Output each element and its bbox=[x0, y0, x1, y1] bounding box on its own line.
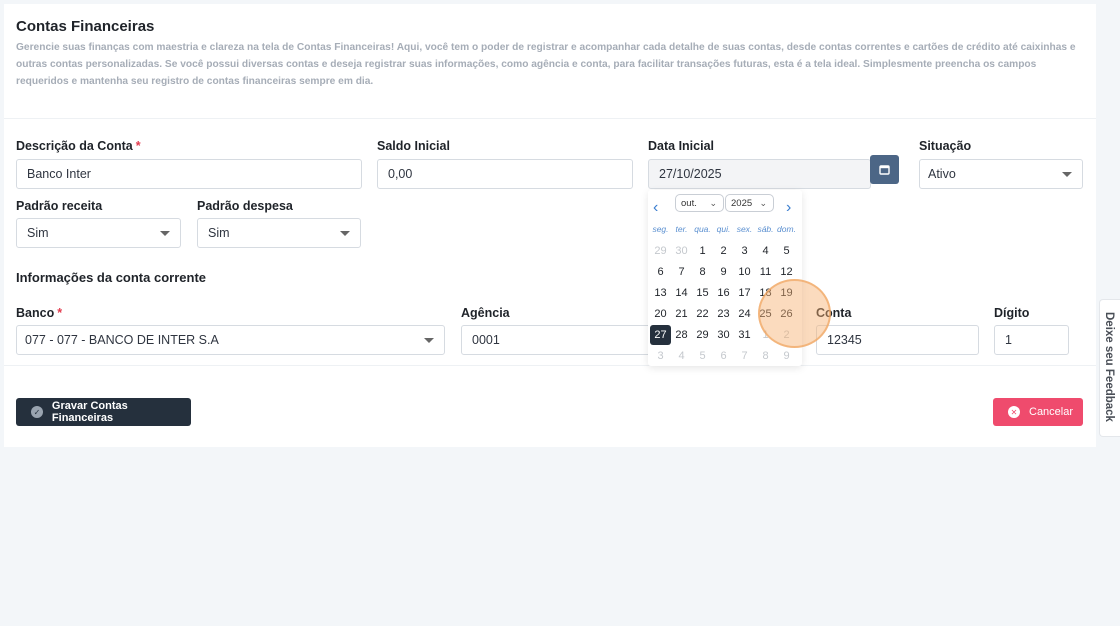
chevron-down-icon bbox=[1062, 172, 1072, 177]
calendar-day[interactable]: 9 bbox=[776, 350, 797, 362]
chevron-down-icon bbox=[424, 338, 434, 343]
weekday-label: ter. bbox=[675, 223, 688, 234]
calendar-day[interactable]: 1 bbox=[692, 245, 713, 257]
page-title: Contas Financeiras bbox=[16, 18, 155, 35]
calendar-day-selected[interactable]: 27 bbox=[650, 324, 671, 345]
weekday-header: seg. ter. qua. qui. sex. sáb. dom. bbox=[650, 219, 797, 240]
padrao-receita-select[interactable]: Sim bbox=[16, 218, 181, 248]
situacao-select[interactable]: Ativo bbox=[919, 159, 1083, 189]
data-input[interactable]: 27/10/2025 bbox=[648, 159, 871, 189]
saldo-label: Saldo Inicial bbox=[377, 139, 450, 153]
calendar-day[interactable]: 30 bbox=[671, 245, 692, 257]
calendar-day[interactable]: 5 bbox=[776, 245, 797, 257]
calendar-day[interactable]: 15 bbox=[692, 287, 713, 299]
calendar-week: 3456789 bbox=[650, 345, 797, 366]
padrao-receita-label: Padrão receita bbox=[16, 199, 103, 213]
weekday-label: qui. bbox=[716, 223, 731, 234]
calendar-day[interactable]: 8 bbox=[692, 266, 713, 278]
calendar-day[interactable]: 4 bbox=[755, 245, 776, 257]
calendar-day[interactable]: 22 bbox=[692, 308, 713, 320]
calendar-day[interactable]: 6 bbox=[650, 266, 671, 278]
calendar-day[interactable]: 3 bbox=[734, 245, 755, 257]
calendar-day[interactable]: 5 bbox=[692, 350, 713, 362]
banco-select[interactable]: 077 - 077 - BANCO DE INTER S.A bbox=[16, 325, 445, 355]
feedback-tab[interactable]: Deixe seu Feedback bbox=[1099, 299, 1120, 437]
saldo-input[interactable]: 0,00 bbox=[377, 159, 633, 189]
calendar-day[interactable]: 23 bbox=[713, 308, 734, 320]
feedback-label: Deixe seu Feedback bbox=[1103, 312, 1115, 422]
weekday-label: seg. bbox=[652, 223, 669, 234]
weekday-label: sex. bbox=[736, 223, 753, 234]
chevron-down-icon bbox=[340, 231, 350, 236]
calendar-day[interactable]: 21 bbox=[671, 308, 692, 320]
calendar-day[interactable]: 20 bbox=[650, 308, 671, 320]
section-title: Informações da conta corrente bbox=[16, 270, 206, 285]
calendar-day[interactable]: 10 bbox=[734, 266, 755, 278]
calendar-day[interactable]: 3 bbox=[650, 350, 671, 362]
next-month-icon[interactable]: › bbox=[786, 200, 791, 216]
form-divider bbox=[4, 365, 1096, 366]
header-divider bbox=[4, 118, 1096, 119]
conta-input[interactable]: 12345 bbox=[816, 325, 979, 355]
calendar-day[interactable]: 4 bbox=[671, 350, 692, 362]
required-marker: * bbox=[135, 139, 141, 153]
chevron-down-icon: ⌄ bbox=[759, 198, 767, 208]
calendar-week: 6 7 8 9 10 11 12 bbox=[650, 261, 797, 282]
year-select[interactable]: 2025 ⌄ bbox=[725, 194, 774, 212]
calendar-day[interactable]: 24 bbox=[734, 308, 755, 320]
calendar-day[interactable]: 14 bbox=[671, 287, 692, 299]
calendar-day[interactable]: 6 bbox=[713, 350, 734, 362]
digito-label: Dígito bbox=[994, 306, 1030, 320]
save-button[interactable]: ✓ Gravar Contas Financeiras bbox=[16, 398, 191, 426]
calendar-day[interactable]: 7 bbox=[671, 266, 692, 278]
calendar-day[interactable]: 12 bbox=[776, 266, 797, 278]
required-marker: * bbox=[57, 306, 63, 320]
descricao-input[interactable]: Banco Inter bbox=[16, 159, 362, 189]
cursor-highlight bbox=[758, 279, 831, 348]
descricao-label: Descrição da Conta * bbox=[16, 139, 141, 153]
calendar-day[interactable]: 28 bbox=[671, 329, 692, 341]
agencia-label: Agência bbox=[461, 306, 510, 320]
calendar-day[interactable]: 7 bbox=[734, 350, 755, 362]
calendar-day[interactable]: 13 bbox=[650, 287, 671, 299]
calendar-day[interactable]: 16 bbox=[713, 287, 734, 299]
prev-month-icon[interactable]: ‹ bbox=[653, 200, 658, 216]
month-select[interactable]: out. ⌄ bbox=[675, 194, 724, 212]
close-circle-icon: ✕ bbox=[1008, 406, 1020, 418]
weekday-label: dom. bbox=[777, 223, 796, 234]
data-label: Data Inicial bbox=[648, 139, 714, 153]
chevron-down-icon bbox=[160, 231, 170, 236]
calendar-icon bbox=[879, 165, 890, 175]
chevron-down-icon: ⌄ bbox=[709, 198, 717, 208]
main-card: Contas Financeiras Gerencie suas finança… bbox=[4, 4, 1096, 447]
calendar-week: 29 30 1 2 3 4 5 bbox=[650, 240, 797, 261]
calendar-day[interactable]: 2 bbox=[713, 245, 734, 257]
calendar-button[interactable] bbox=[870, 155, 899, 184]
calendar-day[interactable]: 17 bbox=[734, 287, 755, 299]
calendar-day[interactable]: 29 bbox=[650, 245, 671, 257]
weekday-label: qua. bbox=[694, 223, 711, 234]
check-circle-icon: ✓ bbox=[31, 406, 43, 418]
cancel-button[interactable]: ✕ Cancelar bbox=[993, 398, 1083, 426]
calendar-day[interactable]: 29 bbox=[692, 329, 713, 341]
calendar-day[interactable]: 9 bbox=[713, 266, 734, 278]
agencia-input[interactable]: 0001 bbox=[461, 325, 661, 355]
calendar-day[interactable]: 31 bbox=[734, 329, 755, 341]
calendar-day[interactable]: 11 bbox=[755, 266, 776, 278]
situacao-label: Situação bbox=[919, 139, 972, 153]
banco-label: Banco * bbox=[16, 306, 63, 320]
digito-input[interactable]: 1 bbox=[994, 325, 1069, 355]
calendar-day[interactable]: 30 bbox=[713, 329, 734, 341]
weekday-label: sáb. bbox=[757, 223, 774, 234]
padrao-despesa-label: Padrão despesa bbox=[197, 199, 293, 213]
page-description: Gerencie suas finanças com maestria e cl… bbox=[16, 42, 1076, 87]
calendar-day[interactable]: 8 bbox=[755, 350, 776, 362]
padrao-despesa-select[interactable]: Sim bbox=[197, 218, 361, 248]
